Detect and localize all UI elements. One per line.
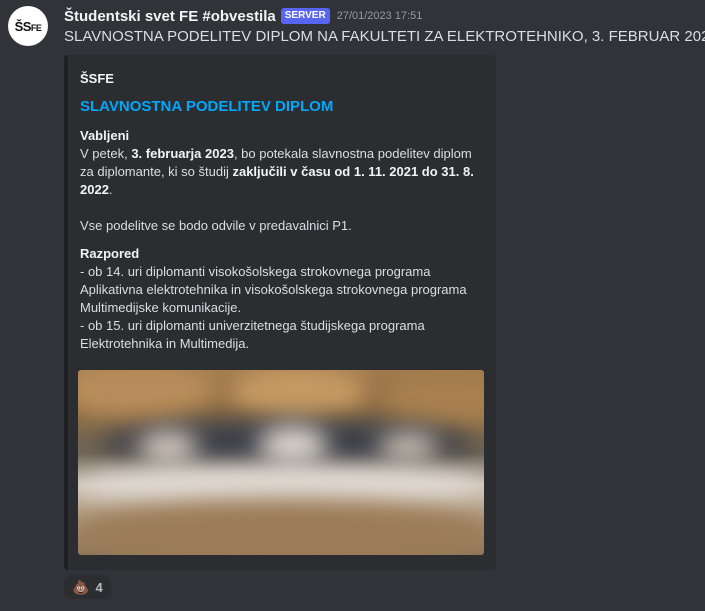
schedule-item: - ob 15. uri diplomanti univerzitetnega … [80,318,425,351]
embed-author: ŠSFE [80,71,114,86]
paragraph-invite: V petek, 3. februarja 2023, bo potekala … [80,146,474,197]
poop-emoji-icon: 💩 [72,579,90,595]
schedule-item: - ob 14. uri diplomanti visokošolskega s… [80,264,467,315]
reaction-button[interactable]: 💩 4 [64,575,111,599]
avatar-logo: ŠSFE [14,18,42,34]
reaction-count: 4 [95,579,103,595]
message: ŠSFE Študentski svet FE #obvestila SERVE… [0,0,705,611]
paragraph-location: Vse podelitve se bodo odvile v predavaln… [80,218,352,233]
embed-image[interactable] [78,370,484,555]
timestamp[interactable]: 27/01/2023 17:51 [337,10,423,22]
section-heading-razpored: Razpored [80,246,140,261]
message-content: SLAVNOSTNA PODELITEV DIPLOM NA FAKULTETI… [64,28,705,45]
embed-title[interactable]: SLAVNOSTNA PODELITEV DIPLOM [80,98,333,115]
server-badge: SERVER [280,8,330,24]
embed: ŠSFE SLAVNOSTNA PODELITEV DIPLOM Vabljen… [64,55,496,570]
message-header: Študentski svet FE #obvestila SERVER 27/… [64,5,422,27]
author-name[interactable]: Študentski svet FE #obvestila [64,8,276,25]
section-heading-vabljeni: Vabljeni [80,128,130,143]
avatar[interactable]: ŠSFE [8,6,48,46]
embed-description: Vabljeni V petek, 3. februarja 2023, bo … [80,127,485,353]
